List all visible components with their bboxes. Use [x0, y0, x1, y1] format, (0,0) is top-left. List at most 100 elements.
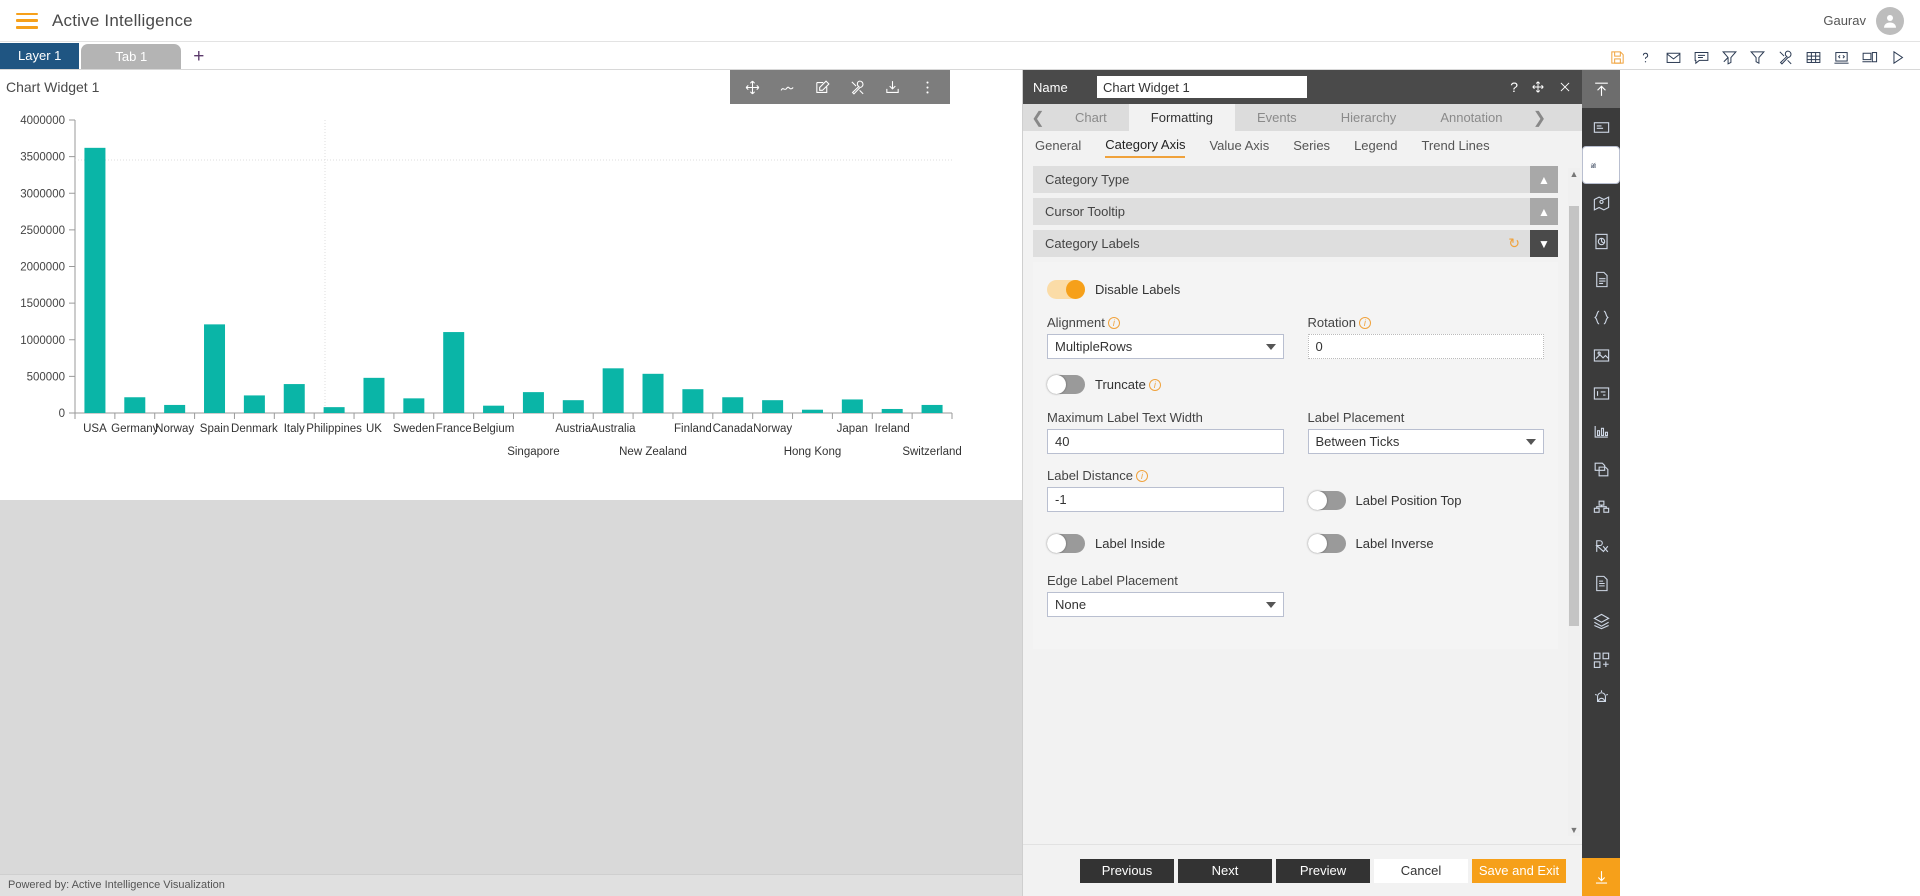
- previous-button[interactable]: Previous: [1080, 858, 1174, 883]
- more-vertical-icon[interactable]: [919, 79, 936, 96]
- chevron-up-icon[interactable]: ▲: [1530, 198, 1558, 225]
- info-icon[interactable]: i: [1136, 470, 1148, 482]
- svg-text:Canada: Canada: [713, 423, 754, 435]
- truncate-toggle[interactable]: [1047, 375, 1085, 394]
- label-inverse-toggle[interactable]: [1307, 534, 1346, 553]
- document-icon[interactable]: [1582, 260, 1620, 298]
- max-label-text-width-input[interactable]: 40: [1047, 429, 1284, 454]
- filter-icon[interactable]: [1749, 49, 1766, 66]
- widget-name-input[interactable]: [1097, 76, 1307, 98]
- refresh-icon[interactable]: ↻: [1498, 235, 1530, 252]
- label-placement-select[interactable]: Between Ticks: [1307, 429, 1544, 454]
- accordion-category-type[interactable]: Category Type ▲: [1033, 166, 1558, 193]
- clear-filter-icon[interactable]: [1721, 49, 1738, 66]
- download-icon[interactable]: [1582, 858, 1620, 896]
- preview-button[interactable]: Preview: [1276, 858, 1370, 883]
- edit-icon[interactable]: [814, 79, 831, 96]
- subtab-series[interactable]: Series: [1293, 134, 1330, 157]
- info-icon[interactable]: i: [1107, 317, 1120, 329]
- scribble-icon[interactable]: [779, 79, 796, 96]
- subtab-legend[interactable]: Legend: [1354, 134, 1397, 157]
- bar-small-icon[interactable]: [1582, 412, 1620, 450]
- info-icon[interactable]: i: [1358, 317, 1371, 329]
- rotation-input[interactable]: 0: [1307, 334, 1544, 359]
- accordion-category-labels[interactable]: Category Labels ↻ ▼: [1033, 230, 1558, 257]
- map-icon[interactable]: [1582, 184, 1620, 222]
- move-icon[interactable]: [1531, 80, 1545, 94]
- subtab-trend-lines[interactable]: Trend Lines: [1421, 134, 1489, 157]
- chart-icon[interactable]: [1582, 146, 1620, 184]
- accordion-cursor-tooltip[interactable]: Cursor Tooltip ▲: [1033, 198, 1558, 225]
- layers-icon[interactable]: [1582, 602, 1620, 640]
- copy-page-icon[interactable]: [1582, 450, 1620, 488]
- scroll-down-icon[interactable]: ▼: [1568, 824, 1580, 836]
- chevron-up-icon[interactable]: ▲: [1530, 166, 1558, 193]
- layer-tab[interactable]: Layer 1: [0, 43, 80, 69]
- code-icon[interactable]: [1833, 49, 1850, 66]
- panel-icon[interactable]: [1582, 108, 1620, 146]
- pie-report-icon[interactable]: [1582, 222, 1620, 260]
- info-icon[interactable]: i: [1148, 379, 1161, 391]
- disable-labels-toggle[interactable]: [1047, 280, 1085, 299]
- add-grid-icon[interactable]: [1582, 640, 1620, 678]
- info-card-icon[interactable]: [1582, 374, 1620, 412]
- next-button[interactable]: Next: [1178, 858, 1272, 883]
- cancel-button[interactable]: Cancel: [1374, 858, 1468, 883]
- scrollbar-thumb[interactable]: [1569, 206, 1579, 626]
- chevron-left-icon[interactable]: ❮: [1023, 104, 1053, 131]
- workspace: Chart Widget 1 0 500000 1000000 1500000 2000…: [0, 70, 1920, 896]
- alignment-select[interactable]: MultipleRows: [1047, 334, 1284, 359]
- save-and-exit-button[interactable]: Save and Exit: [1472, 858, 1566, 883]
- prescription-icon[interactable]: [1582, 526, 1620, 564]
- tab-chart[interactable]: Chart: [1053, 104, 1129, 131]
- alert-bell-icon[interactable]: [1582, 678, 1620, 716]
- chevron-right-icon[interactable]: ❯: [1524, 104, 1554, 131]
- hamburger-icon[interactable]: [16, 12, 38, 29]
- chart-widget[interactable]: Chart Widget 1 0 500000 1000000 1500000 2000…: [0, 70, 1022, 500]
- tab-events[interactable]: Events: [1235, 104, 1319, 131]
- chart-area[interactable]: 0 500000 1000000 1500000 2000000 2500000 30000…: [0, 95, 1022, 485]
- label-inside-toggle[interactable]: [1047, 534, 1085, 553]
- image-icon[interactable]: [1582, 336, 1620, 374]
- help-icon[interactable]: ?: [1510, 79, 1518, 95]
- move-icon[interactable]: [744, 79, 761, 96]
- cubes-icon[interactable]: [1582, 488, 1620, 526]
- tab-formatting[interactable]: Formatting: [1128, 104, 1235, 131]
- devices-icon[interactable]: [1861, 49, 1878, 66]
- svg-text:2000000: 2000000: [20, 262, 65, 274]
- download-icon[interactable]: [884, 79, 901, 96]
- subtab-value-axis[interactable]: Value Axis: [1209, 134, 1269, 157]
- comment-icon[interactable]: [1693, 49, 1710, 66]
- panel-scrollbar[interactable]: ▲ ▼: [1568, 168, 1580, 836]
- scroll-up-icon[interactable]: ▲: [1568, 168, 1580, 180]
- label-distance-input[interactable]: -1: [1047, 487, 1284, 512]
- svg-text:3000000: 3000000: [20, 188, 65, 200]
- table-icon[interactable]: [1805, 49, 1822, 66]
- notes-icon[interactable]: [1582, 564, 1620, 602]
- help-icon[interactable]: [1637, 49, 1654, 66]
- chevron-down-icon[interactable]: ▼: [1530, 230, 1558, 257]
- edge-label-placement-label: Edge Label Placement: [1047, 573, 1178, 588]
- avatar[interactable]: [1876, 6, 1904, 35]
- edge-label-placement-select[interactable]: None: [1047, 592, 1284, 617]
- subtab-general[interactable]: General: [1035, 134, 1081, 157]
- braces-icon[interactable]: [1582, 298, 1620, 336]
- tab-annotation[interactable]: Annotation: [1418, 104, 1524, 131]
- play-icon[interactable]: [1889, 49, 1906, 66]
- mail-icon[interactable]: [1665, 49, 1682, 66]
- label-placement-label: Label Placement: [1307, 410, 1405, 425]
- svg-text:Germany: Germany: [111, 423, 159, 435]
- close-icon[interactable]: [1558, 80, 1572, 94]
- save-icon[interactable]: [1609, 49, 1626, 66]
- page-tab[interactable]: Tab 1: [81, 44, 182, 69]
- label-position-top-toggle[interactable]: [1307, 491, 1346, 510]
- subtab-category-axis[interactable]: Category Axis: [1105, 133, 1186, 158]
- tools-icon[interactable]: [849, 79, 866, 96]
- svg-text:USA: USA: [83, 423, 107, 435]
- collapse-up-icon[interactable]: [1582, 70, 1620, 108]
- add-tab-button[interactable]: +: [181, 45, 216, 69]
- disable-labels-row: Disable Labels: [1047, 280, 1544, 299]
- category-labels-form: Disable Labels Alignment i MultipleRows R…: [1033, 262, 1558, 649]
- tab-hierarchy[interactable]: Hierarchy: [1319, 104, 1419, 131]
- tools-icon[interactable]: [1777, 49, 1794, 66]
